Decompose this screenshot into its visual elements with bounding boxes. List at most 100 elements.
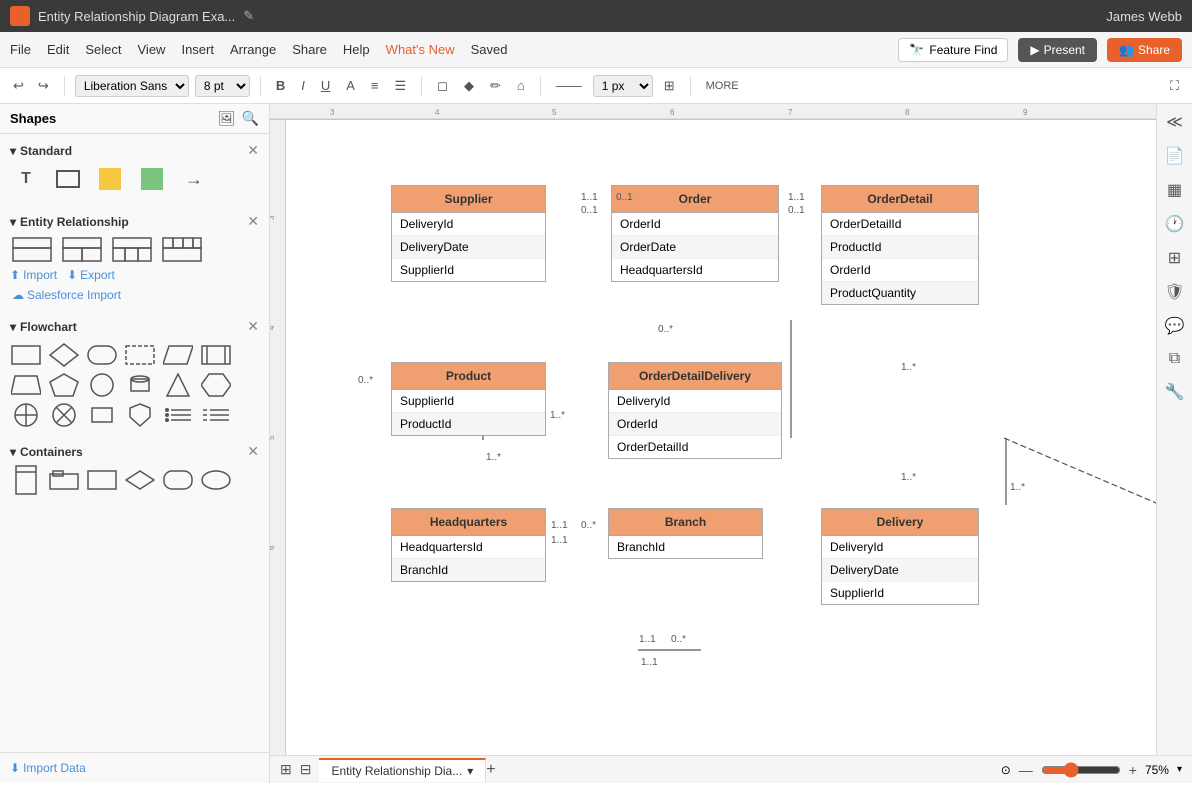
fc-circle[interactable] bbox=[86, 373, 118, 397]
fc-parallelogram[interactable] bbox=[162, 343, 194, 367]
undo-button[interactable]: ↩ bbox=[8, 75, 29, 97]
text-align-button[interactable]: ☰ bbox=[389, 75, 411, 97]
fc-hexagon[interactable] bbox=[200, 373, 232, 397]
fc-cylinder[interactable] bbox=[124, 373, 156, 397]
fc-dashed-rect[interactable] bbox=[124, 343, 156, 367]
canvas-viewport[interactable]: 3 4 5 6 0..* 1..* bbox=[270, 120, 1156, 755]
fc-shield[interactable] bbox=[124, 403, 156, 427]
image-search-button[interactable]: 🖼 bbox=[218, 110, 236, 127]
italic-button[interactable]: I bbox=[296, 75, 310, 96]
underline-button[interactable]: U bbox=[316, 75, 335, 96]
layers2-icon[interactable]: ⧉ bbox=[1169, 350, 1180, 368]
menu-help[interactable]: Help bbox=[343, 42, 370, 57]
shield-icon[interactable]: 🛡 bbox=[1164, 282, 1184, 302]
connection-style-button[interactable]: ⊞ bbox=[659, 75, 680, 97]
zoom-slider[interactable] bbox=[1041, 762, 1121, 778]
import-data-button[interactable]: ⬇ Import Data bbox=[10, 761, 259, 775]
line-style-button[interactable]: —— bbox=[551, 75, 587, 96]
entity-delivery[interactable]: Delivery DeliveryId DeliveryDate Supplie… bbox=[821, 508, 979, 605]
present-button[interactable]: ▶ Present bbox=[1018, 38, 1097, 62]
fc-small-rect[interactable] bbox=[86, 403, 118, 427]
fill-color-button[interactable]: ◻ bbox=[432, 75, 453, 97]
grid-view-button[interactable]: ⊞ bbox=[280, 761, 292, 778]
redo-button[interactable]: ↪ bbox=[33, 75, 54, 97]
entity-order[interactable]: Order OrderId OrderDate HeadquartersId bbox=[611, 185, 779, 282]
menu-select[interactable]: Select bbox=[85, 42, 121, 57]
er-shape-3[interactable] bbox=[110, 238, 154, 262]
menu-share[interactable]: Share bbox=[292, 42, 327, 57]
text-shape[interactable]: T bbox=[10, 167, 42, 191]
fc-rect[interactable] bbox=[10, 343, 42, 367]
tab-er-diagram[interactable]: Entity Relationship Dia... ▾ bbox=[319, 758, 486, 782]
layers-icon[interactable]: 📄 bbox=[1165, 146, 1185, 166]
chat-icon[interactable]: 💬 bbox=[1165, 316, 1185, 336]
feature-find-button[interactable]: 🔭 Feature Find bbox=[898, 38, 1008, 62]
fc-cross[interactable] bbox=[10, 403, 42, 427]
entity-headquarters[interactable]: Headquarters HeadquartersId BranchId bbox=[391, 508, 546, 582]
cont-shape-3[interactable] bbox=[86, 468, 118, 492]
menu-saved[interactable]: Saved bbox=[471, 42, 508, 57]
cont-shape-1[interactable] bbox=[10, 468, 42, 492]
er-shape-4[interactable] bbox=[160, 238, 204, 262]
entity-supplier[interactable]: Supplier DeliveryId DeliveryDate Supplie… bbox=[391, 185, 546, 282]
fc-list2[interactable] bbox=[200, 403, 232, 427]
clock-icon[interactable]: 🕐 bbox=[1165, 214, 1185, 234]
edit-icon[interactable]: ✎ bbox=[243, 8, 254, 24]
green-shape[interactable] bbox=[136, 167, 168, 191]
menu-file[interactable]: File bbox=[10, 42, 31, 57]
entity-order-detail-delivery[interactable]: OrderDetailDelivery DeliveryId OrderId O… bbox=[608, 362, 782, 459]
menu-arrange[interactable]: Arrange bbox=[230, 42, 276, 57]
bold-button[interactable]: B bbox=[271, 75, 290, 96]
menu-view[interactable]: View bbox=[138, 42, 166, 57]
cont-shape-4[interactable] bbox=[124, 468, 156, 492]
tools-icon[interactable]: 🔧 bbox=[1165, 382, 1185, 402]
fc-triangle[interactable] bbox=[162, 373, 194, 397]
er-shape-2[interactable] bbox=[60, 238, 104, 262]
arrow-shape[interactable]: → bbox=[178, 167, 210, 191]
zoom-in-button[interactable]: + bbox=[1129, 762, 1137, 778]
canvas-bg[interactable]: 0..* 1..* 1..1 0..1 0..1 0..* bbox=[286, 120, 1156, 755]
zoom-out-button[interactable]: — bbox=[1019, 762, 1033, 778]
font-select[interactable]: Liberation Sans bbox=[75, 75, 189, 97]
list-view-button[interactable]: ⊟ bbox=[300, 761, 312, 778]
canvas-area[interactable]: 3 4 5 6 7 8 9 3 4 5 bbox=[270, 104, 1192, 755]
stack-icon[interactable]: ⊞ bbox=[1168, 248, 1181, 268]
stroke-style-button[interactable]: ⌂ bbox=[512, 75, 530, 96]
more-button[interactable]: MORE bbox=[701, 77, 744, 95]
share-button[interactable]: 👥 Share bbox=[1107, 38, 1182, 62]
rect-shape[interactable] bbox=[52, 167, 84, 191]
containers-close-button[interactable]: ✕ bbox=[247, 443, 259, 460]
add-page-button[interactable]: + bbox=[486, 761, 495, 779]
tab-dropdown-icon[interactable]: ▾ bbox=[467, 764, 473, 778]
import-button[interactable]: ⬆ Import bbox=[10, 268, 57, 282]
sticky-shape[interactable] bbox=[94, 167, 126, 191]
fc-trapezoid[interactable] bbox=[10, 373, 42, 397]
cont-shape-2[interactable] bbox=[48, 468, 80, 492]
search-shapes-button[interactable]: 🔍 bbox=[242, 110, 259, 127]
font-size-select[interactable]: 8 pt bbox=[195, 75, 250, 97]
fc-rounded[interactable] bbox=[86, 343, 118, 367]
standard-close-button[interactable]: ✕ bbox=[247, 142, 259, 159]
flowchart-close-button[interactable]: ✕ bbox=[247, 318, 259, 335]
stroke-color-button[interactable]: ✏ bbox=[485, 75, 506, 97]
align-button[interactable]: ≡ bbox=[366, 75, 384, 96]
er-shape-1[interactable] bbox=[10, 238, 54, 262]
font-color-button[interactable]: A bbox=[341, 75, 360, 96]
fc-list1[interactable] bbox=[162, 403, 194, 427]
menu-insert[interactable]: Insert bbox=[181, 42, 214, 57]
entity-product[interactable]: Product SupplierId ProductId bbox=[391, 362, 546, 436]
fc-process[interactable] bbox=[200, 343, 232, 367]
er-close-button[interactable]: ✕ bbox=[247, 213, 259, 230]
table-icon[interactable]: ▦ bbox=[1167, 180, 1182, 200]
menu-edit[interactable]: Edit bbox=[47, 42, 69, 57]
line-width-select[interactable]: 1 px bbox=[593, 75, 653, 97]
fc-pentagon[interactable] bbox=[48, 373, 80, 397]
cont-shape-6[interactable] bbox=[200, 468, 232, 492]
entity-order-detail[interactable]: OrderDetail OrderDetailId ProductId Orde… bbox=[821, 185, 979, 305]
fc-diamond[interactable] bbox=[48, 343, 80, 367]
fc-x-circle[interactable] bbox=[48, 403, 80, 427]
export-button[interactable]: ⬇ Export bbox=[67, 268, 115, 282]
collapse-icon[interactable]: ≪ bbox=[1166, 112, 1183, 132]
zoom-dropdown-icon[interactable]: ▾ bbox=[1177, 764, 1182, 775]
salesforce-import-button[interactable]: ☁ Salesforce Import bbox=[10, 288, 259, 302]
